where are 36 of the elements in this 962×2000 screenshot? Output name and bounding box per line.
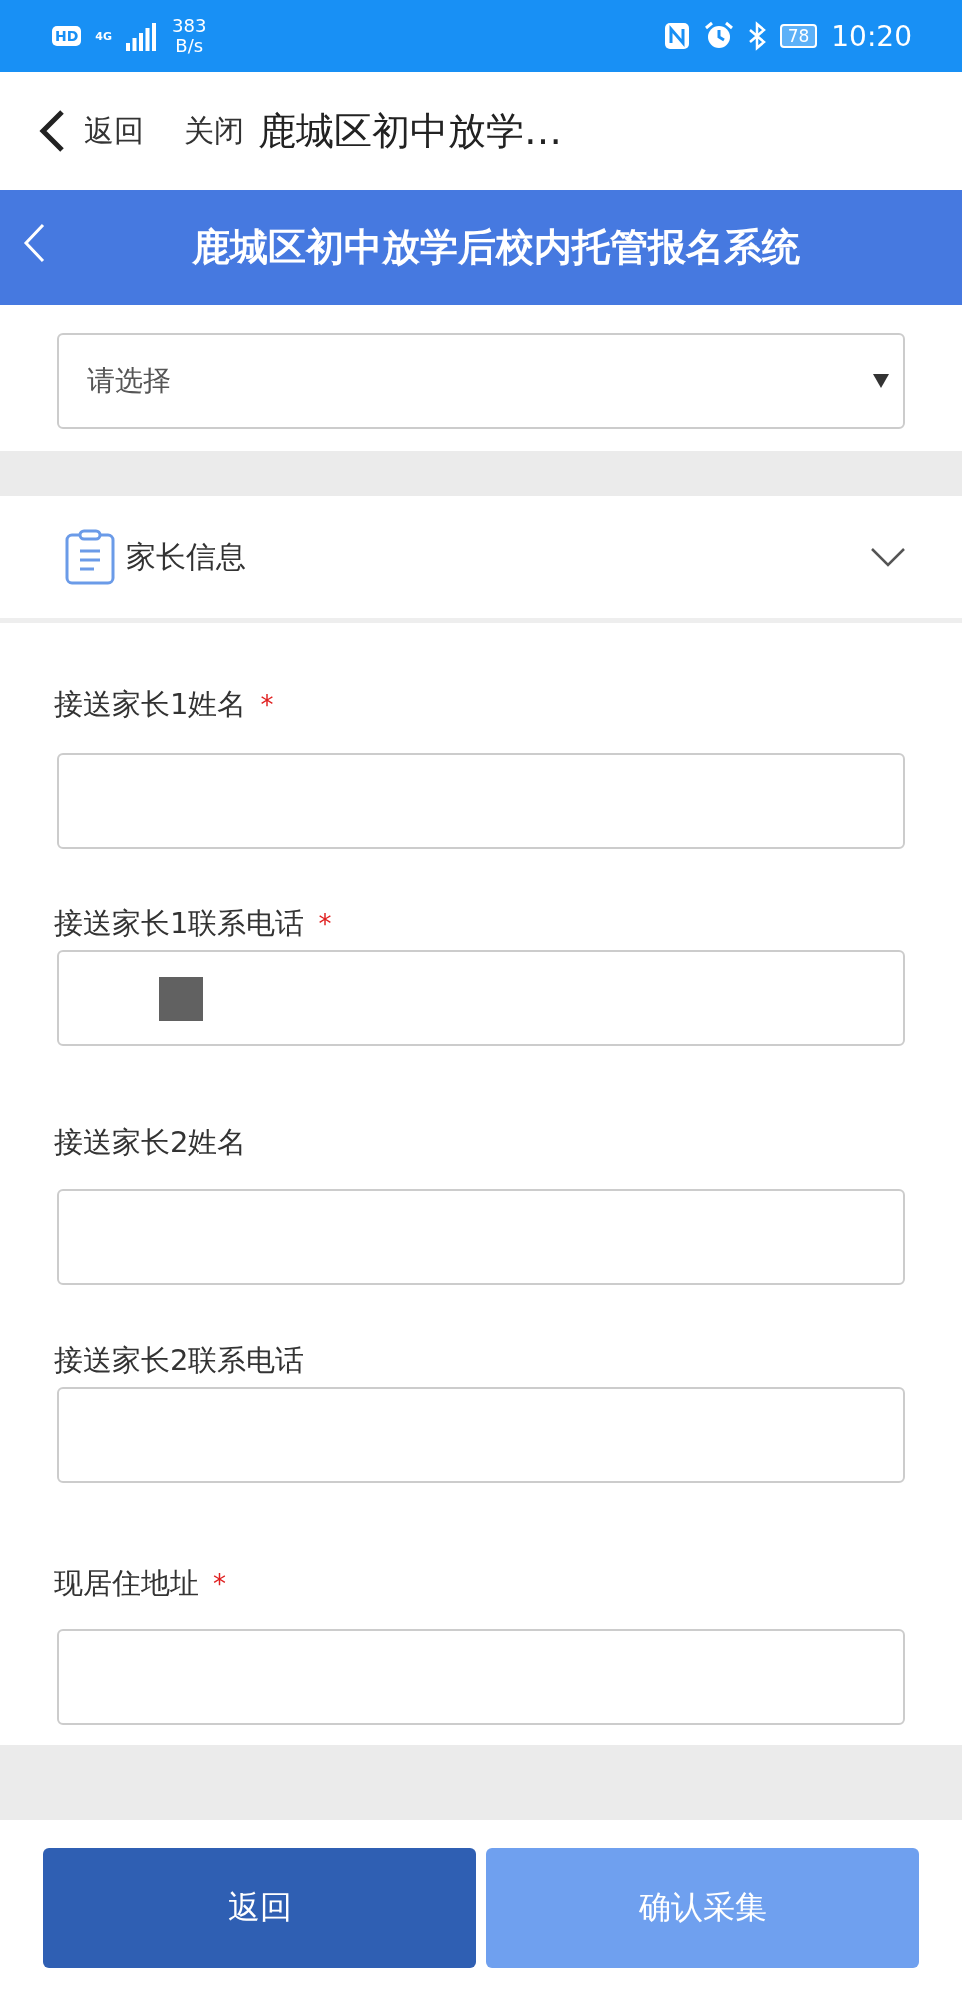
back-link[interactable]: 返回	[84, 110, 144, 152]
select-dropdown[interactable]: 请选择	[57, 333, 905, 429]
input-field[interactable]	[57, 1387, 905, 1483]
input-field[interactable]	[57, 1629, 905, 1725]
signal-icon	[126, 21, 159, 51]
speed-value: 383	[172, 16, 207, 36]
field-label: 接送家长2姓名	[54, 1124, 247, 1161]
clipboard-icon	[64, 529, 116, 585]
header-title: 鹿城区初中放学后校内托管报名系统	[192, 224, 800, 271]
input-field[interactable]	[57, 950, 905, 1046]
input-field[interactable]	[57, 1189, 905, 1285]
dropdown-caret-icon	[873, 374, 889, 388]
alarm-icon	[703, 21, 734, 51]
hd-badge: HD	[52, 26, 82, 46]
bluetooth-icon	[747, 21, 766, 51]
required-mark: *	[318, 909, 332, 939]
input-field[interactable]	[57, 753, 905, 849]
nfc-icon	[663, 22, 690, 50]
required-mark: *	[260, 690, 274, 720]
speed-unit: B/s	[175, 36, 204, 56]
field-label: 接送家长2联系电话	[54, 1342, 305, 1379]
battery-level: 78	[779, 24, 818, 48]
field-label: 现居住地址	[54, 1565, 199, 1602]
close-link[interactable]: 关闭	[184, 110, 244, 152]
field-label: 接送家长1联系电话	[54, 905, 305, 942]
required-mark: *	[213, 1569, 226, 1599]
section-title: 家长信息	[126, 537, 247, 576]
back-icon[interactable]	[38, 109, 66, 153]
network-type: 4G	[95, 29, 113, 43]
select-placeholder: 请选择	[87, 363, 171, 399]
redaction-block	[159, 977, 203, 1021]
field-label: 接送家长1姓名	[54, 686, 247, 723]
clock-time: 10:20	[831, 19, 912, 53]
back-button[interactable]: 返回	[43, 1848, 476, 1968]
section-header[interactable]: 家长信息	[0, 496, 962, 623]
page-title: 鹿城区初中放学…	[258, 107, 562, 155]
